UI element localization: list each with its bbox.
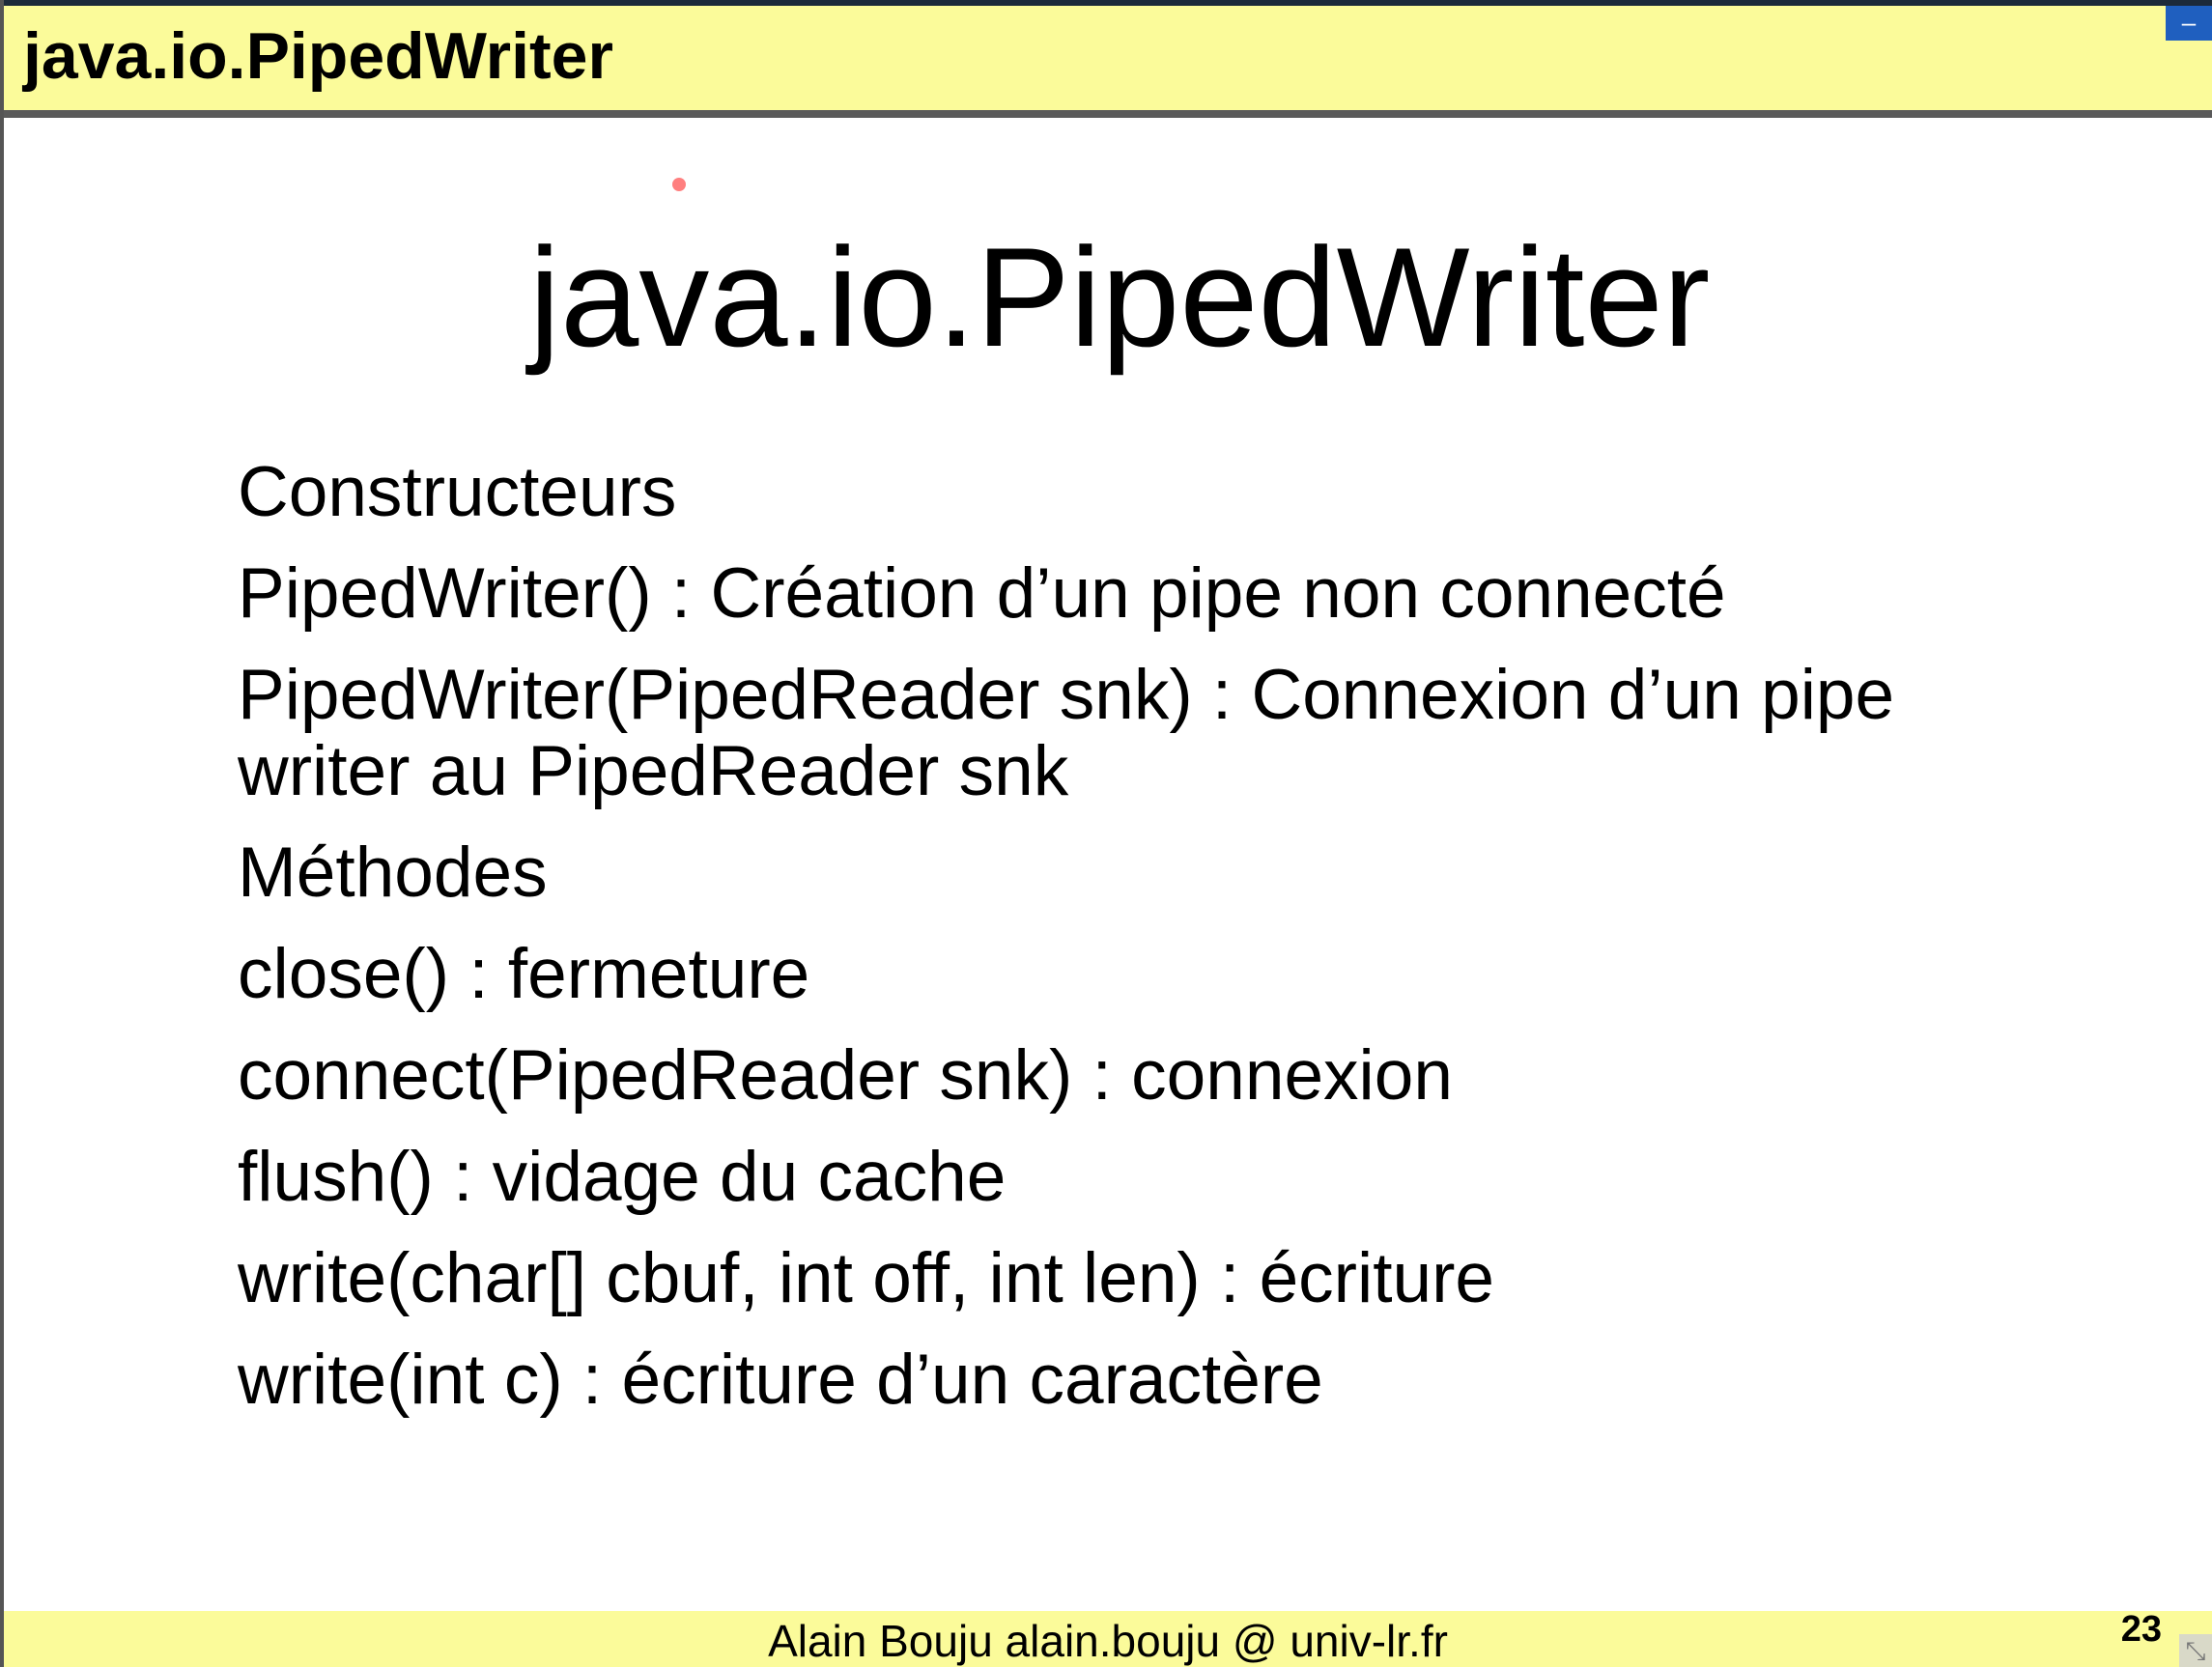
slide-title: java.io.PipedWriter	[0, 218, 2212, 376]
header-title: java.io.PipedWriter	[23, 19, 613, 93]
content-line-close: close() : fermeture	[238, 935, 810, 1013]
content-line-constructor-default: PipedWriter() : Création d’un pipe non c…	[238, 554, 1726, 633]
slide-title-text: java.io.PipedWriter	[528, 218, 1711, 376]
content-line-constructeurs: Constructeurs	[238, 453, 677, 531]
content-line-write-buffer: write(char[] cbuf, int off, int len) : é…	[238, 1239, 1494, 1317]
content-line-write-char: write(int c) : écriture d’un caractère	[238, 1341, 1323, 1419]
slide-content: Constructeurs PipedWriter() : Création d…	[238, 454, 2073, 1443]
content-line-connect: connect(PipedReader snk) : connexion	[238, 1036, 1453, 1115]
page-number: 23	[2120, 1609, 2162, 1650]
slide-footer-bar: Alain Bouju alain.bouju @ univ-lr.fr 23	[4, 1611, 2212, 1667]
footer-author: Alain Bouju alain.bouju @ univ-lr.fr	[768, 1616, 1448, 1666]
resize-icon[interactable]: ⤡	[2179, 1634, 2212, 1667]
content-line-flush: flush() : vidage du cache	[238, 1138, 1007, 1216]
slide-header-bar: java.io.PipedWriter	[4, 6, 2212, 118]
laser-pointer-dot	[672, 178, 686, 191]
content-line-methodes: Méthodes	[238, 834, 548, 912]
content-line-constructor-reader: PipedWriter(PipedReader snk) : Connexion…	[238, 656, 1895, 810]
minimize-button[interactable]: –	[2166, 6, 2212, 41]
